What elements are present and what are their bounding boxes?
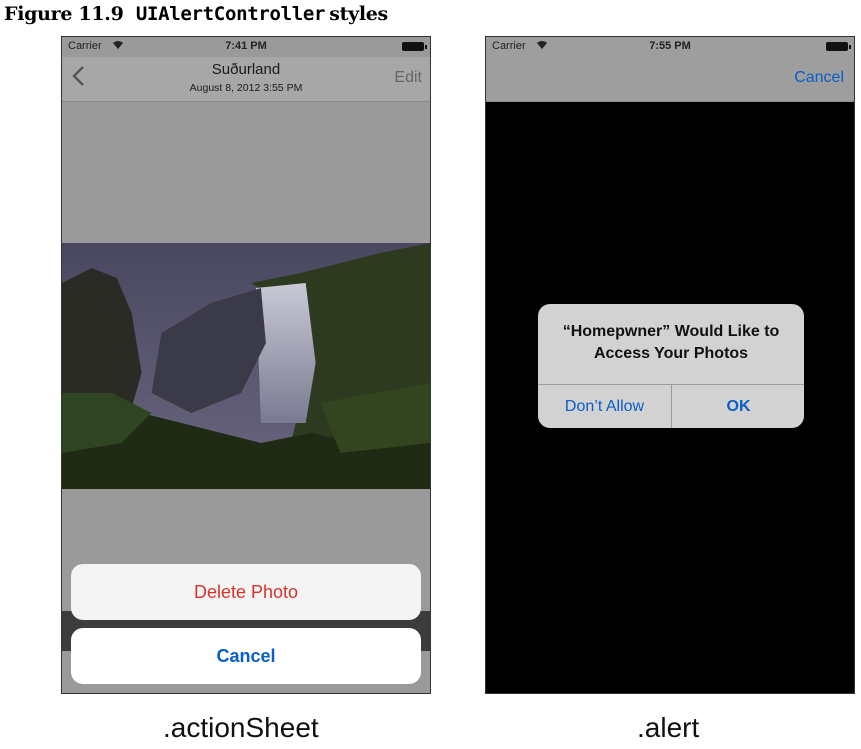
figure-title: Figure 11.9 UIAlertController styles <box>4 3 388 25</box>
status-bar: Carrier 7:55 PM <box>486 37 854 57</box>
action-sheet-phone: Carrier 7:41 PM Suðurland August 8, 2012… <box>61 36 431 694</box>
figure-class-name: UIAlertController <box>135 3 326 25</box>
alert-caption: .alert <box>637 712 700 743</box>
nav-subtitle: August 8, 2012 3:55 PM <box>189 82 303 94</box>
battery-icon <box>826 42 851 51</box>
navigation-bar: Cancel <box>486 57 854 102</box>
waterfall-photo <box>62 243 430 489</box>
action-sheet-caption: .actionSheet <box>163 712 319 743</box>
nav-title: Suðurland <box>211 61 281 78</box>
battery-icon <box>402 42 427 51</box>
figure-suffix: styles <box>329 3 388 25</box>
status-time: 7:41 PM <box>225 40 267 52</box>
figure-label: Figure 11.9 <box>4 3 124 25</box>
delete-photo-button[interactable]: Delete Photo <box>71 564 421 620</box>
edit-button[interactable]: Edit <box>394 69 422 87</box>
alert-message: “Homepwner” Would Like to Access Your Ph… <box>538 321 804 365</box>
status-bar: Carrier 7:41 PM <box>62 37 430 57</box>
status-time: 7:55 PM <box>649 40 691 52</box>
cancel-button[interactable]: Cancel <box>71 628 421 684</box>
alert-message-line1: “Homepwner” Would Like to <box>562 323 780 340</box>
nav-cancel-button[interactable]: Cancel <box>794 69 844 87</box>
dont-allow-button[interactable]: Don’t Allow <box>538 385 671 428</box>
alert-message-line2: Access Your Photos <box>593 345 749 362</box>
navigation-bar: Suðurland August 8, 2012 3:55 PM Edit <box>62 57 430 102</box>
alert-dialog: “Homepwner” Would Like to Access Your Ph… <box>538 304 804 428</box>
alert-phone: Carrier 7:55 PM Cancel “Homepwner” Would… <box>485 36 855 694</box>
ok-button[interactable]: OK <box>672 385 804 428</box>
